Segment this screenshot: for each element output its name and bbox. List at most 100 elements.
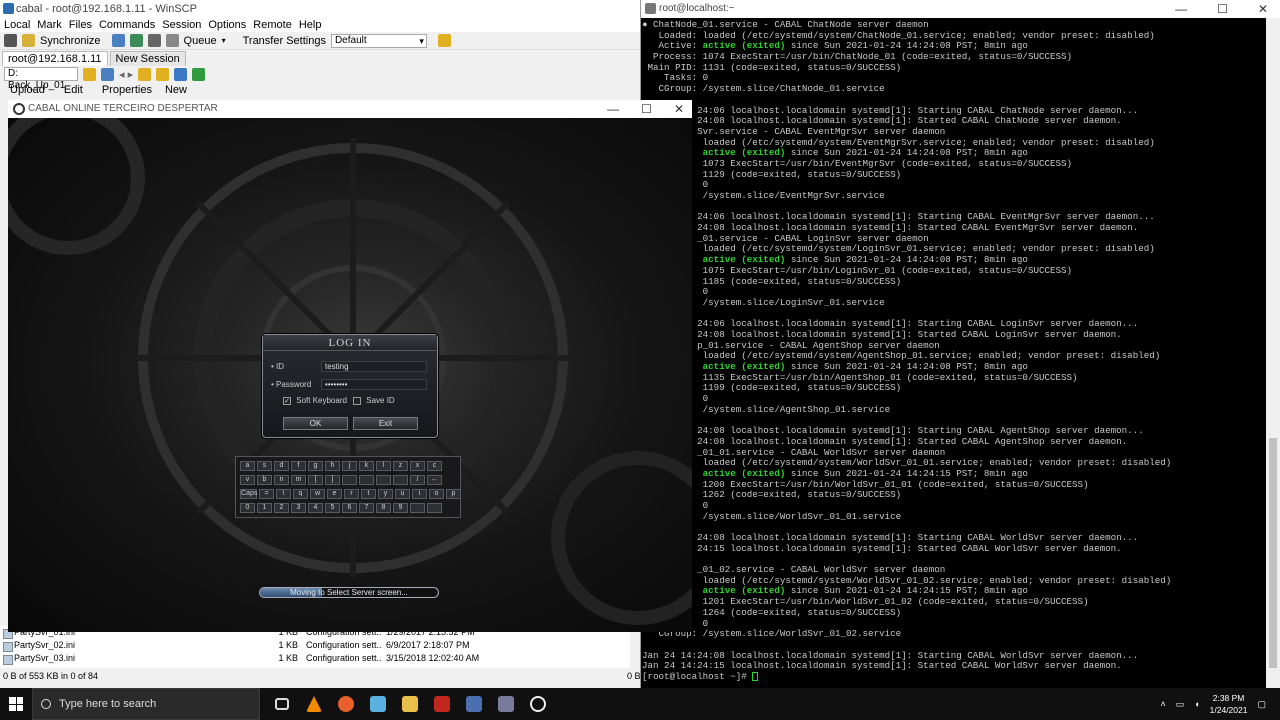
- queue-button[interactable]: Queue: [184, 35, 217, 47]
- upload-button[interactable]: Upload: [10, 84, 45, 96]
- keyboard-key[interactable]: \: [276, 489, 291, 499]
- password-input[interactable]: ••••••••: [321, 379, 427, 390]
- menu-help[interactable]: Help: [299, 18, 322, 32]
- keyboard-key[interactable]: s: [257, 461, 272, 471]
- task-view-icon[interactable]: [266, 688, 298, 720]
- keyboard-key[interactable]: 4: [308, 503, 323, 513]
- close-icon[interactable]: ✕: [674, 100, 684, 118]
- keyboard-key[interactable]: ←: [427, 475, 442, 485]
- search-box[interactable]: Type here to search: [32, 688, 260, 720]
- keyboard-key[interactable]: e: [327, 489, 342, 499]
- keyboard-key[interactable]: v: [240, 475, 255, 485]
- keyboard-key[interactable]: [359, 475, 374, 485]
- keyboard-key[interactable]: o: [429, 489, 444, 499]
- terminal-output[interactable]: ● ChatNode_01.service - CABAL ChatNode s…: [641, 20, 1266, 688]
- find-icon[interactable]: [129, 34, 143, 47]
- keyboard-key[interactable]: t: [361, 489, 376, 499]
- putty-taskbar-icon[interactable]: [490, 688, 522, 720]
- keyboard-key[interactable]: h: [325, 461, 340, 471]
- chevron-down-icon[interactable]: ▾: [222, 36, 226, 45]
- keyboard-key[interactable]: z: [393, 461, 408, 471]
- checkmark-icon[interactable]: ✓: [283, 396, 291, 405]
- root-folder-icon[interactable]: [156, 67, 170, 81]
- minimize-icon[interactable]: —: [607, 100, 619, 118]
- keyboard-key[interactable]: 9: [393, 503, 408, 513]
- keyboard-key[interactable]: [376, 475, 391, 485]
- explorer-icon[interactable]: [394, 688, 426, 720]
- close-icon[interactable]: ✕: [1258, 0, 1268, 18]
- properties-button[interactable]: Properties: [102, 84, 152, 96]
- grid-icon[interactable]: [4, 34, 17, 47]
- keyboard-key[interactable]: l: [376, 461, 391, 471]
- keyboard-key[interactable]: r: [344, 489, 359, 499]
- keyboard-key[interactable]: 0: [240, 503, 255, 513]
- firefox-icon[interactable]: [330, 688, 362, 720]
- keyboard-key[interactable]: [342, 475, 357, 485]
- keyboard-key[interactable]: q: [293, 489, 308, 499]
- keyboard-key[interactable]: n: [274, 475, 289, 485]
- keyboard-key[interactable]: k: [359, 461, 374, 471]
- keyboard-key[interactable]: 6: [342, 503, 357, 513]
- keyboard-key[interactable]: y: [378, 489, 393, 499]
- folder-icon[interactable]: [83, 67, 96, 81]
- keyboard-key[interactable]: g: [308, 461, 323, 471]
- menu-mark[interactable]: Mark: [37, 18, 61, 32]
- keyboard-key[interactable]: 2: [274, 503, 289, 513]
- notifications-icon[interactable]: ▢: [1257, 699, 1266, 710]
- keyboard-key[interactable]: [427, 503, 442, 513]
- save-id-checkbox[interactable]: [353, 396, 361, 405]
- clock[interactable]: 2:38 PM 1/24/2021: [1210, 692, 1248, 716]
- keyboard-key[interactable]: p: [446, 489, 461, 499]
- menu-files[interactable]: Files: [69, 18, 92, 32]
- save-id-option[interactable]: Save ID: [353, 396, 395, 405]
- keyboard-key[interactable]: x: [410, 461, 425, 471]
- keyboard-key[interactable]: i: [412, 489, 427, 499]
- keyboard-key[interactable]: Caps: [240, 489, 257, 499]
- keyboard-key[interactable]: /: [410, 475, 425, 485]
- keyboard-key[interactable]: 3: [291, 503, 306, 513]
- keyboard-key[interactable]: 7: [359, 503, 374, 513]
- volume-icon[interactable]: ◖: [1194, 699, 1199, 709]
- transfer-preset-icon[interactable]: [437, 34, 451, 47]
- terminal-scrollbar[interactable]: [1266, 18, 1280, 688]
- ok-button[interactable]: OK: [283, 417, 348, 430]
- keyboard-key[interactable]: w: [310, 489, 325, 499]
- keyboard-key[interactable]: 1: [257, 503, 272, 513]
- console-icon[interactable]: [147, 34, 161, 47]
- filter-icon[interactable]: [101, 67, 114, 81]
- cabal-taskbar-icon[interactable]: [522, 688, 554, 720]
- keyboard-key[interactable]: c: [427, 461, 442, 471]
- keyboard-key[interactable]: [393, 475, 408, 485]
- tab-session[interactable]: root@192.168.1.11: [2, 51, 108, 66]
- list-item[interactable]: PartySvr_03.ini 1 KB Configuration sett.…: [0, 652, 630, 665]
- gear-icon[interactable]: [165, 34, 179, 47]
- maximize-icon[interactable]: ☐: [641, 100, 652, 118]
- list-item[interactable]: PartySvr_02.ini 1 KB Configuration sett.…: [0, 639, 630, 652]
- keyboard-key[interactable]: d: [274, 461, 289, 471]
- parent-folder-icon[interactable]: [138, 67, 152, 81]
- keyboard-key[interactable]: 5: [325, 503, 340, 513]
- keyboard-key[interactable]: u: [395, 489, 410, 499]
- minimize-icon[interactable]: —: [1175, 0, 1187, 18]
- app-icon[interactable]: [362, 688, 394, 720]
- transfer-settings-select[interactable]: Default: [330, 33, 427, 48]
- back-arrow-icon[interactable]: ◂ ▸: [119, 68, 133, 81]
- menu-options[interactable]: Options: [208, 18, 246, 32]
- compare-icon[interactable]: [111, 34, 125, 47]
- tab-new-session[interactable]: New Session: [109, 51, 186, 66]
- keyboard-key[interactable]: f: [291, 461, 306, 471]
- menu-remote[interactable]: Remote: [253, 18, 292, 32]
- keyboard-key[interactable]: [410, 503, 425, 513]
- keyboard-key[interactable]: m: [291, 475, 306, 485]
- scrollbar-thumb[interactable]: [1269, 438, 1277, 668]
- keyboard-key[interactable]: =: [259, 489, 274, 499]
- vlc-icon[interactable]: [298, 688, 330, 720]
- id-input[interactable]: testing: [321, 361, 427, 372]
- refresh-icon[interactable]: [192, 67, 206, 81]
- home-icon[interactable]: [174, 67, 188, 81]
- menu-session[interactable]: Session: [162, 18, 201, 32]
- soft-keyboard-option[interactable]: ✓ Soft Keyboard: [283, 396, 347, 405]
- keyboard-key[interactable]: j: [342, 461, 357, 471]
- keyboard-key[interactable]: a: [240, 461, 255, 471]
- keyboard-key[interactable]: [: [308, 475, 323, 485]
